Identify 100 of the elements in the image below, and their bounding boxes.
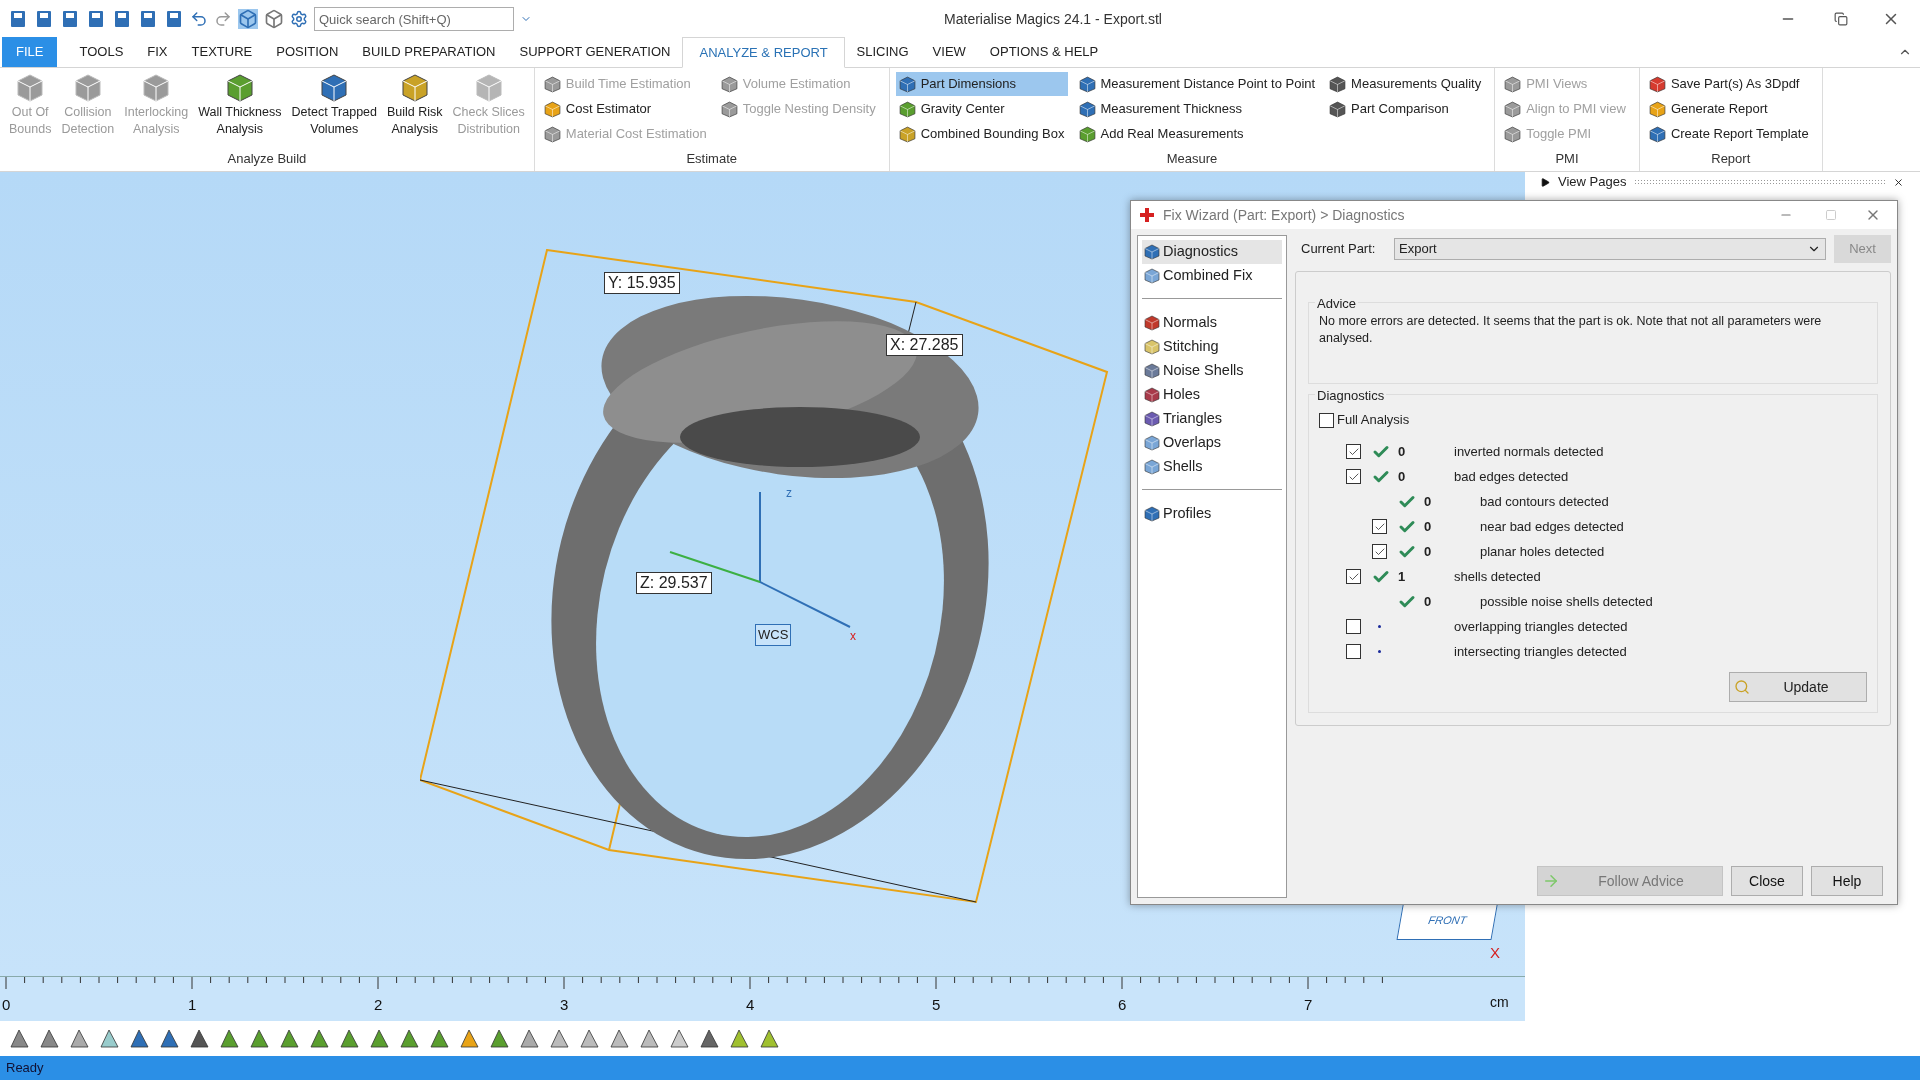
tool-icon[interactable] [158, 1027, 180, 1050]
tool-icon[interactable] [758, 1027, 780, 1050]
toolbar-icon[interactable] [60, 9, 80, 29]
ribbon-tab[interactable]: ANALYZE & REPORT [682, 37, 845, 68]
ribbon-tab[interactable]: OPTIONS & HELP [977, 37, 1111, 67]
toolbar-icon[interactable] [138, 9, 158, 29]
checkbox[interactable] [1346, 569, 1361, 584]
tool-icon[interactable] [458, 1027, 480, 1050]
toolbar-icon[interactable] [8, 9, 28, 29]
checkbox[interactable] [1346, 644, 1361, 659]
tool-icon[interactable] [308, 1027, 330, 1050]
tool-icon[interactable] [728, 1027, 750, 1050]
arrow-right-icon [1542, 872, 1560, 890]
ribbon-tab[interactable]: TOOLS [67, 37, 136, 67]
diagnostic-label: intersecting triangles detected [1454, 642, 1627, 661]
search-field[interactable]: Quick search (Shift+Q) [314, 7, 514, 31]
dialog-button[interactable]: Help [1811, 866, 1883, 896]
ribbon-tab[interactable]: SUPPORT GENERATION [507, 37, 683, 67]
tool-icon[interactable] [68, 1027, 90, 1050]
tool-icon[interactable] [278, 1027, 300, 1050]
tool-icon[interactable] [548, 1027, 570, 1050]
ribbon-tab[interactable]: BUILD PREPARATION [350, 37, 508, 67]
ribbon-tab[interactable]: VIEW [920, 37, 978, 67]
nav-item[interactable]: Holes [1142, 383, 1282, 407]
checkbox[interactable] [1346, 469, 1361, 484]
ribbon-button[interactable]: Generate Report [1645, 97, 1812, 121]
checkbox[interactable] [1346, 619, 1361, 634]
tool-icon[interactable] [368, 1027, 390, 1050]
checkbox[interactable] [1372, 519, 1387, 534]
tool-icon[interactable] [248, 1027, 270, 1050]
ribbon-button[interactable]: Save Part(s) As 3Dpdf [1645, 72, 1812, 96]
tool-icon[interactable] [98, 1027, 120, 1050]
nav-item[interactable]: Shells [1142, 455, 1282, 479]
count: 0 [1424, 517, 1432, 536]
ribbon-button[interactable]: Create Report Template [1645, 122, 1812, 146]
nav-item[interactable]: Normals [1142, 311, 1282, 335]
tool-icon[interactable] [668, 1027, 690, 1050]
cube-icon[interactable] [238, 9, 258, 29]
tool-icon[interactable] [608, 1027, 630, 1050]
dialog-button[interactable]: Close [1731, 866, 1803, 896]
ruler-label: 0 [2, 995, 11, 1015]
checkbox[interactable] [1372, 544, 1387, 559]
ribbon-tab[interactable]: SLICING [844, 37, 921, 67]
ribbon-button[interactable]: Measurement Distance Point to Point [1075, 72, 1319, 96]
checkbox[interactable] [1319, 412, 1334, 428]
nav-item[interactable]: Profiles [1142, 502, 1282, 526]
toolbar-icon[interactable] [164, 9, 184, 29]
tool-icon[interactable] [38, 1027, 60, 1050]
update-button[interactable]: Update [1729, 672, 1867, 702]
ribbon-button[interactable]: Detect Trapped Volumes [288, 72, 380, 149]
ribbon-button[interactable]: Part Comparison [1326, 97, 1485, 121]
ribbon-button[interactable]: Wall Thickness Analysis [195, 72, 285, 149]
tool-icon[interactable] [338, 1027, 360, 1050]
ribbon-tab[interactable]: POSITION [264, 37, 351, 67]
toolbar-icon[interactable] [86, 9, 106, 29]
cube-icon[interactable] [264, 9, 284, 29]
tool-icon[interactable] [638, 1027, 660, 1050]
tool-icon[interactable] [488, 1027, 510, 1050]
ribbon-tab[interactable]: FIX [135, 37, 180, 67]
search-icon [1734, 679, 1750, 695]
tool-icon[interactable] [428, 1027, 450, 1050]
toolbar-icon[interactable] [112, 9, 132, 29]
ruler-label: 3 [560, 995, 569, 1015]
tool-icon[interactable] [8, 1027, 30, 1050]
tool-icon[interactable] [218, 1027, 240, 1050]
ribbon-button[interactable]: Combined Bounding Box [895, 122, 1068, 146]
ribbon-button[interactable]: Part Dimensions [895, 72, 1068, 96]
tool-icon[interactable] [128, 1027, 150, 1050]
nav-item[interactable]: Noise Shells [1142, 359, 1282, 383]
ribbon-tab[interactable]: TEXTURE [179, 37, 265, 67]
redo-icon[interactable] [214, 10, 232, 28]
diagnostic-label: bad contours detected [1480, 492, 1609, 511]
toolbar-icon[interactable] [34, 9, 54, 29]
restore-icon[interactable] [1834, 12, 1848, 26]
tool-icon[interactable] [398, 1027, 420, 1050]
ribbon-button[interactable]: Measurement Thickness [1075, 97, 1319, 121]
nav-item[interactable]: Stitching [1142, 335, 1282, 359]
tool-icon[interactable] [518, 1027, 540, 1050]
nav-item[interactable]: Diagnostics [1142, 240, 1282, 264]
tool-icon[interactable] [698, 1027, 720, 1050]
axis-label: z [786, 485, 792, 502]
tool-icon[interactable] [578, 1027, 600, 1050]
checkbox[interactable] [1346, 444, 1361, 459]
ribbon-button[interactable]: Add Real Measurements [1075, 122, 1319, 146]
part-dropdown[interactable]: Export [1394, 238, 1826, 260]
count: 0 [1424, 542, 1432, 561]
nav-item[interactable]: Triangles [1142, 407, 1282, 431]
close-icon[interactable] [1893, 176, 1904, 188]
tool-icon[interactable] [188, 1027, 210, 1050]
ribbon-button[interactable]: Gravity Center [895, 97, 1068, 121]
ribbon-button[interactable]: Measurements Quality [1326, 72, 1485, 96]
undo-icon[interactable] [190, 10, 208, 28]
nav-item[interactable]: Overlaps [1142, 431, 1282, 455]
wcs-label: WCS [755, 624, 792, 646]
nav-item[interactable]: Combined Fix [1142, 264, 1282, 288]
ribbon-button[interactable]: Build Risk Analysis [384, 72, 446, 149]
ribbon-button[interactable]: Cost Estimator [540, 97, 710, 121]
dimension-label: X: 27.285 [886, 334, 963, 356]
settings-icon[interactable] [290, 10, 308, 28]
expand-arrow-icon[interactable] [1541, 177, 1550, 187]
